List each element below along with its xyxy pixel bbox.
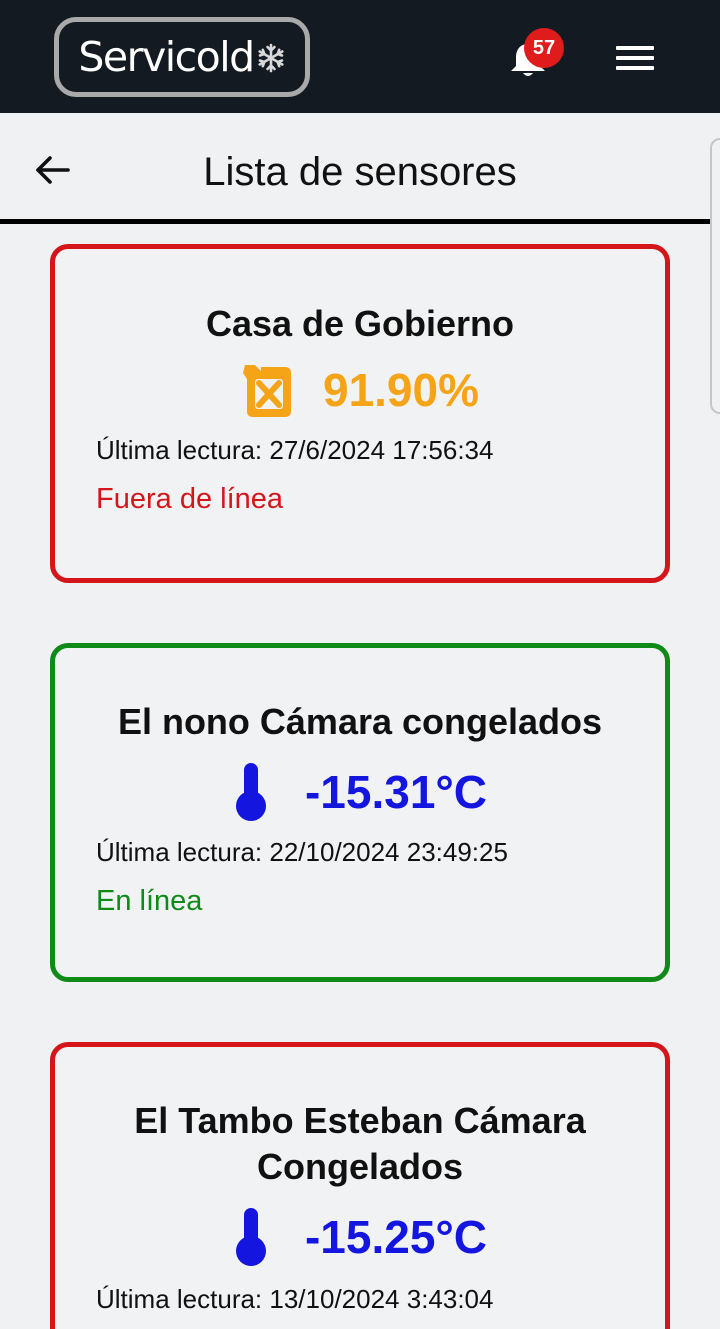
fuel-level-value: 91.90% bbox=[322, 364, 479, 416]
temperature-value: -15.25°C bbox=[304, 1211, 488, 1263]
edge-panel-handle[interactable] bbox=[710, 138, 720, 414]
top-bar: Servicold 57 bbox=[0, 0, 720, 113]
snowflake-icon bbox=[258, 43, 284, 73]
fuel-can-icon bbox=[242, 365, 291, 417]
status-offline: Fuera de línea bbox=[96, 483, 284, 515]
sensor-name: El nono Cámara congelados bbox=[117, 701, 603, 742]
sensor-card[interactable]: Casa de Gobierno 91.90% Última lectura: … bbox=[50, 244, 670, 583]
header-divider bbox=[0, 219, 720, 224]
notification-count-badge: 57 bbox=[524, 28, 564, 68]
sensor-reading: 91.90% bbox=[55, 361, 665, 419]
last-reading: Última lectura: 13/10/2024 3:43:04 bbox=[96, 1284, 494, 1314]
temperature-value: -15.31°C bbox=[304, 766, 488, 818]
sensor-name: Casa de Gobierno bbox=[205, 303, 515, 344]
logo-text: Servicold bbox=[78, 32, 255, 81]
page-title: Lista de sensores bbox=[203, 150, 517, 194]
thermometer-icon bbox=[235, 763, 266, 821]
status-online: En línea bbox=[96, 885, 203, 917]
last-reading: Última lectura: 27/6/2024 17:56:34 bbox=[96, 435, 494, 465]
servicold-logo[interactable]: Servicold bbox=[54, 17, 310, 97]
sensor-reading: -15.31°C bbox=[55, 761, 665, 823]
hamburger-menu-icon[interactable] bbox=[616, 44, 656, 72]
sensor-card[interactable]: El nono Cámara congelados -15.31°C Últim… bbox=[50, 643, 670, 982]
sensor-card[interactable]: El Tambo Esteban Cámara Congelados -15.2… bbox=[50, 1042, 670, 1329]
sensor-reading: -15.25°C bbox=[55, 1206, 665, 1268]
last-reading: Última lectura: 22/10/2024 23:49:25 bbox=[96, 837, 508, 867]
sensor-name: El Tambo Esteban Cámara Congelados bbox=[134, 1100, 586, 1187]
thermometer-icon bbox=[235, 1208, 266, 1266]
